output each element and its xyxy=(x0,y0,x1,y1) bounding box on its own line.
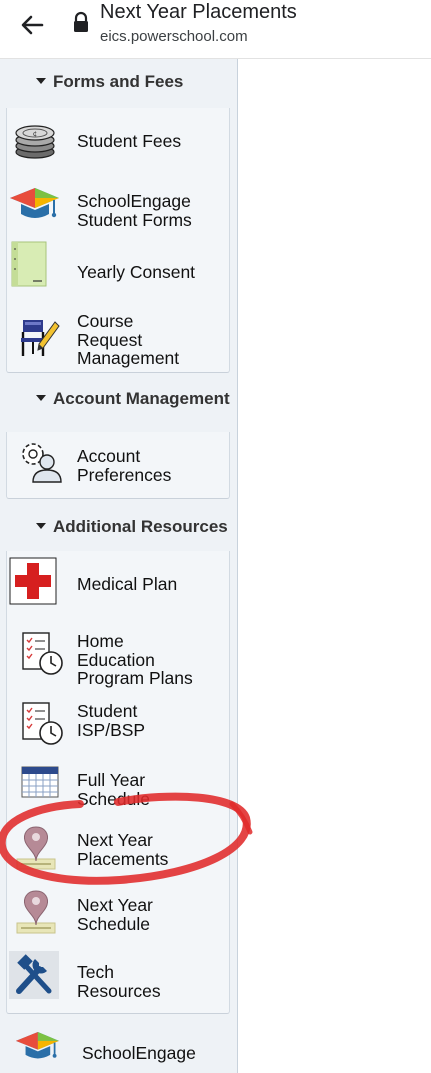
sidebar-item-student-fees[interactable]: ¢ Student Fees xyxy=(7,108,229,168)
sidebar-item-label: Next Year Schedule xyxy=(77,895,153,934)
sidebar-item-course-request-management[interactable]: Course Request Management xyxy=(7,302,229,370)
group-additional-resources: Medical Plan Home Education Program Plan… xyxy=(6,551,230,1014)
user-gear-icon xyxy=(19,440,69,490)
sidebar: Forms and Fees ¢ Student Fees SchoolEnga… xyxy=(0,59,238,1073)
section-header-account-management[interactable]: Account Management xyxy=(36,389,230,409)
caret-down-icon xyxy=(36,394,46,401)
sidebar-item-label: Student ISP/BSP xyxy=(77,701,146,740)
svg-text:¢: ¢ xyxy=(33,130,37,138)
section-header-forms-and-fees[interactable]: Forms and Fees xyxy=(36,72,183,92)
map-pin-icon xyxy=(15,823,65,873)
sidebar-item-label: Student Fees xyxy=(77,131,182,151)
chair-pencil-icon xyxy=(17,316,67,366)
page-title: Next Year Placements xyxy=(100,1,297,23)
sidebar-item-label: Next Year Placements xyxy=(77,830,169,869)
sidebar-item-label: Tech Resources xyxy=(77,962,161,1001)
caret-down-icon xyxy=(36,77,46,84)
sidebar-item-full-year-schedule[interactable]: Full Year Schedule xyxy=(7,757,229,815)
sidebar-item-student-isp-bsp[interactable]: Student ISP/BSP xyxy=(7,695,229,751)
medical-cross-icon xyxy=(9,557,59,607)
sidebar-item-schoolengage[interactable]: SchoolEngage xyxy=(6,1023,228,1073)
sidebar-item-tech-resources[interactable]: Tech Resources xyxy=(7,949,229,1011)
page-url[interactable]: eics.powerschool.com xyxy=(100,28,248,45)
sidebar-item-account-preferences[interactable]: Account Preferences xyxy=(7,432,229,498)
group-forms-and-fees: ¢ Student Fees SchoolEngage Student Form… xyxy=(6,108,230,373)
document-icon xyxy=(11,241,61,291)
sidebar-item-label: Home Education Program Plans xyxy=(77,631,193,688)
section-header-additional-resources[interactable]: Additional Resources xyxy=(36,517,228,537)
sidebar-item-next-year-schedule[interactable]: Next Year Schedule xyxy=(7,883,229,947)
section-header-label: Account Management xyxy=(53,389,230,408)
main-content xyxy=(238,59,431,1073)
browser-toolbar: Next Year Placements eics.powerschool.co… xyxy=(0,0,431,59)
coins-icon: ¢ xyxy=(9,114,59,164)
back-arrow-icon[interactable] xyxy=(14,6,50,42)
sidebar-item-home-education-program-plans[interactable]: Home Education Program Plans xyxy=(7,621,229,689)
checklist-clock-icon xyxy=(21,631,71,681)
lock-icon xyxy=(72,11,90,33)
sidebar-item-label: SchoolEngage Student Forms xyxy=(77,191,192,230)
graduation-cap-icon xyxy=(12,1025,62,1073)
sidebar-item-schoolengage-student-forms[interactable]: SchoolEngage Student Forms xyxy=(7,172,229,234)
sidebar-item-label: Full Year Schedule xyxy=(77,770,150,809)
graduation-cap-icon xyxy=(9,180,59,230)
sidebar-item-label: Medical Plan xyxy=(77,574,178,594)
checklist-clock-icon xyxy=(21,701,71,751)
sidebar-item-label: Course Request Management xyxy=(77,311,180,368)
sidebar-item-label: SchoolEngage xyxy=(82,1043,196,1063)
calendar-icon xyxy=(21,765,71,815)
group-account-management: Account Preferences xyxy=(6,432,230,499)
section-header-label: Additional Resources xyxy=(53,517,228,536)
caret-down-icon xyxy=(36,522,46,529)
sidebar-item-next-year-placements[interactable]: Next Year Placements xyxy=(7,817,229,881)
sidebar-item-yearly-consent[interactable]: Yearly Consent xyxy=(7,238,229,298)
section-header-label: Forms and Fees xyxy=(53,72,184,91)
sidebar-item-medical-plan[interactable]: Medical Plan xyxy=(7,551,229,615)
map-pin-icon xyxy=(15,887,65,937)
tools-icon xyxy=(9,951,59,1001)
sidebar-item-label: Yearly Consent xyxy=(77,262,196,282)
sidebar-item-label: Account Preferences xyxy=(77,446,172,485)
